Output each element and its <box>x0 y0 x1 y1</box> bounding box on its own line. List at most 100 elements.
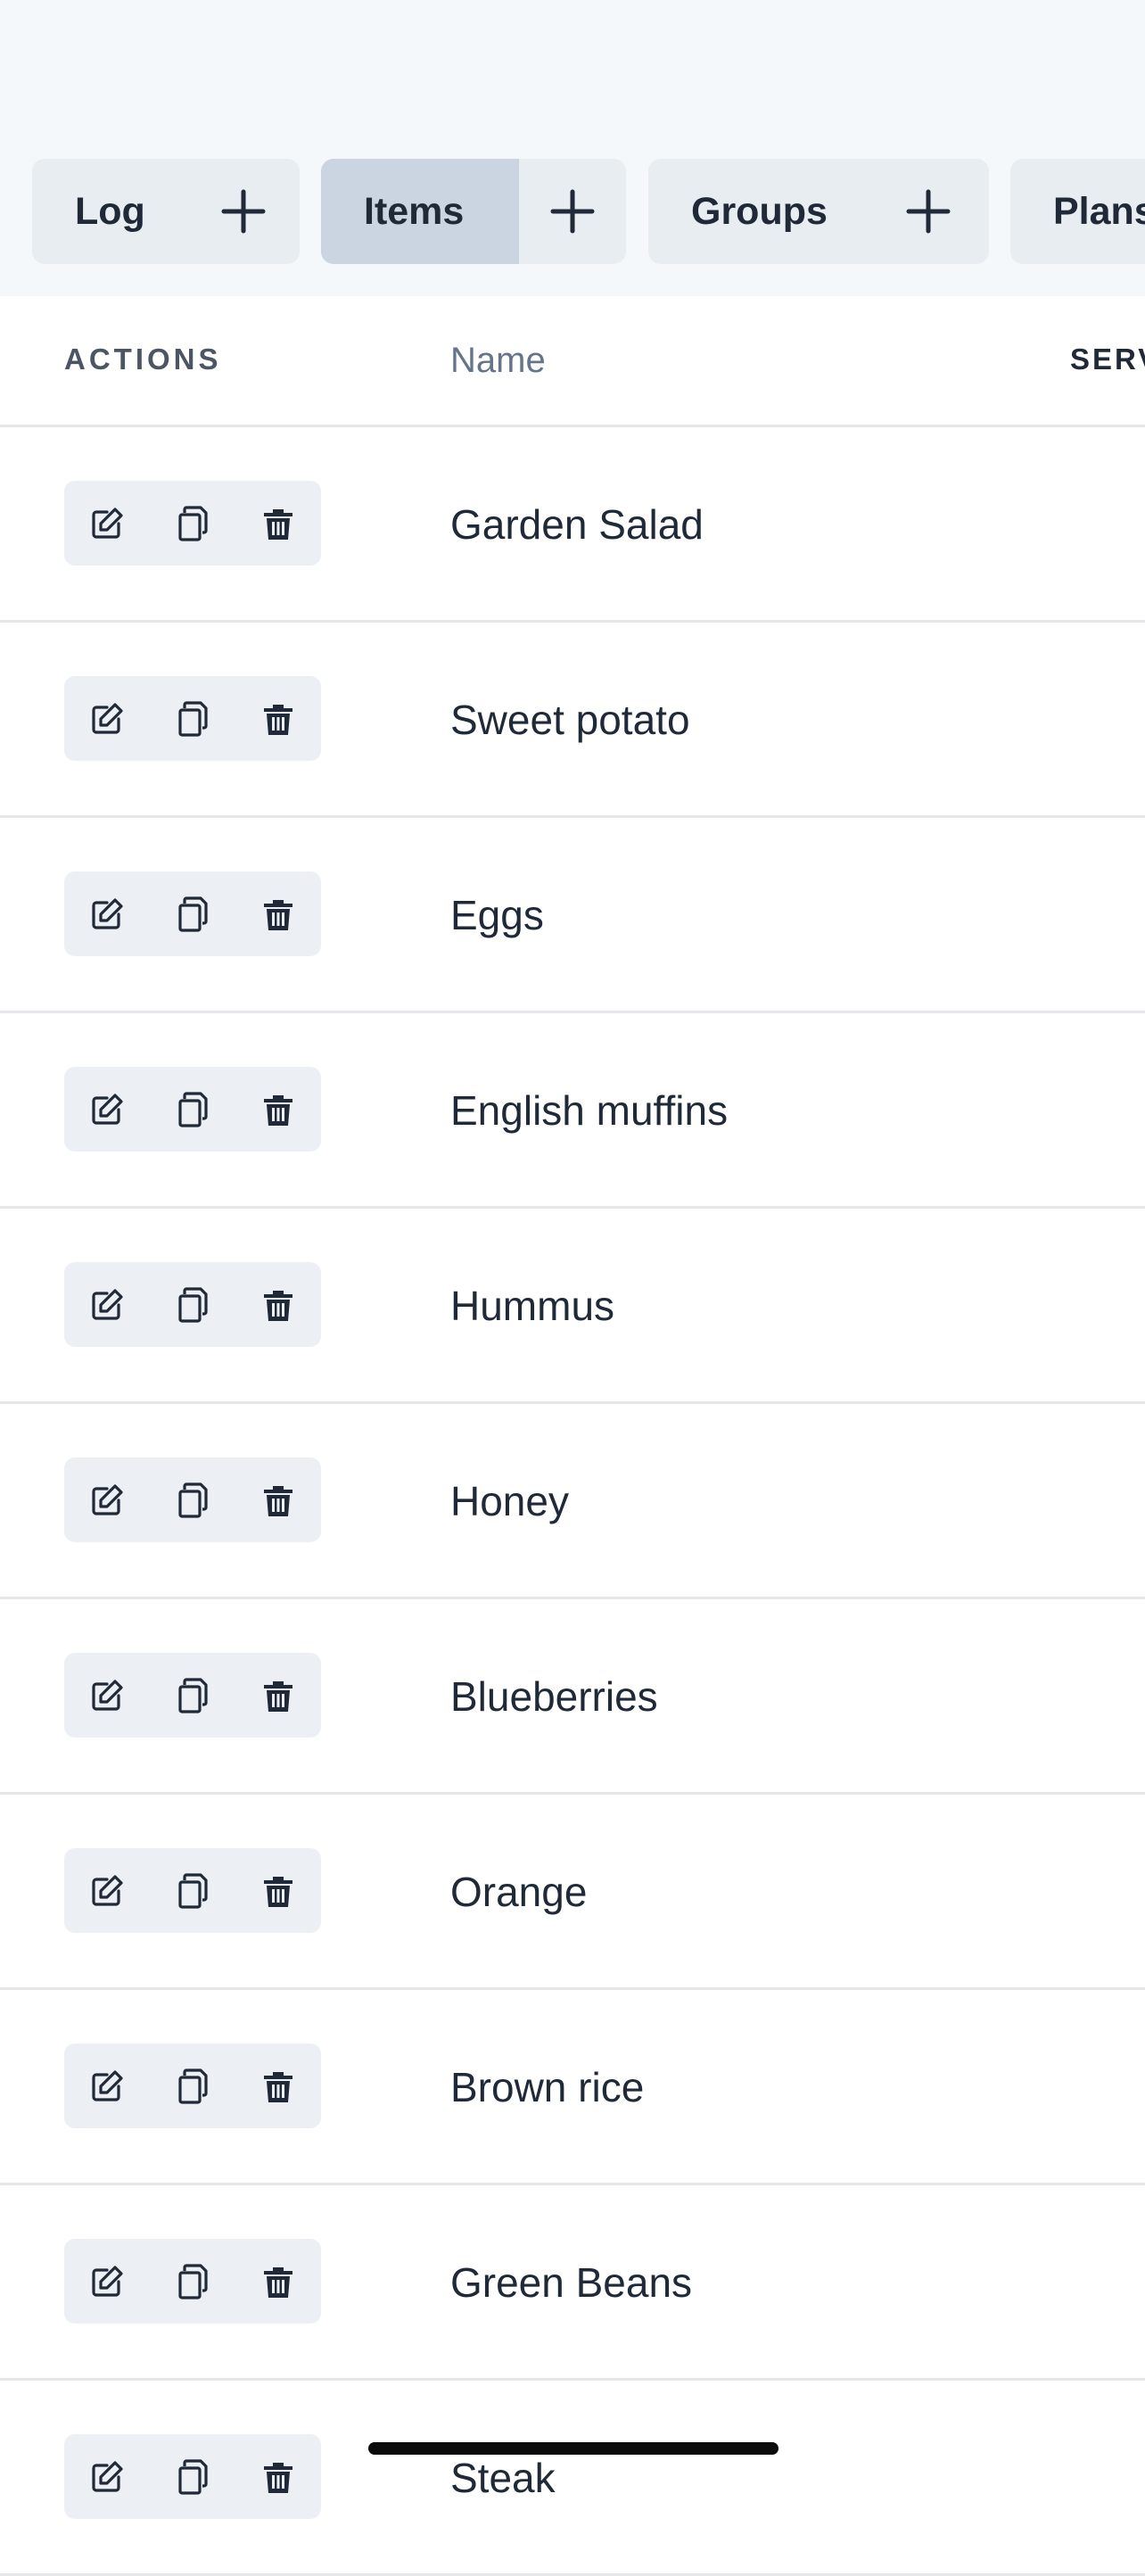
copy-icon <box>173 699 212 739</box>
delete-button[interactable] <box>235 1653 321 1738</box>
delete-button[interactable] <box>235 1262 321 1347</box>
table-row[interactable]: Green Beans <box>0 2185 1145 2381</box>
duplicate-button[interactable] <box>150 1653 235 1738</box>
tab-bar: Log Items Groups Plans <box>0 159 1145 264</box>
trash-icon <box>259 895 298 934</box>
edit-button[interactable] <box>64 481 150 566</box>
row-actions <box>64 2043 321 2128</box>
duplicate-button[interactable] <box>150 1067 235 1152</box>
duplicate-button[interactable] <box>150 676 235 761</box>
row-actions <box>64 2434 321 2519</box>
tab-log-label[interactable]: Log <box>32 159 187 264</box>
delete-button[interactable] <box>235 1848 321 1933</box>
duplicate-button[interactable] <box>150 2239 235 2324</box>
copy-icon <box>173 504 212 543</box>
trash-icon <box>259 699 298 739</box>
table-row[interactable]: Eggs <box>0 818 1145 1013</box>
row-actions <box>64 1653 321 1738</box>
copy-icon <box>173 2457 212 2497</box>
edit-button[interactable] <box>64 1457 150 1542</box>
trash-icon <box>259 1285 298 1325</box>
row-actions <box>64 871 321 956</box>
delete-button[interactable] <box>235 2239 321 2324</box>
table-row[interactable]: Sweet potato <box>0 623 1145 818</box>
edit-icon <box>87 2067 127 2106</box>
delete-button[interactable] <box>235 676 321 761</box>
duplicate-button[interactable] <box>150 2043 235 2128</box>
item-name: English muffins <box>450 1087 729 1134</box>
item-name: Hummus <box>450 1283 615 1329</box>
item-name: Eggs <box>450 892 544 938</box>
row-actions <box>64 1457 321 1542</box>
edit-button[interactable] <box>64 1262 150 1347</box>
table-row[interactable]: Orange <box>0 1795 1145 1990</box>
edit-icon <box>87 2457 127 2497</box>
copy-icon <box>173 1871 212 1911</box>
delete-button[interactable] <box>235 2434 321 2519</box>
item-name: Orange <box>450 1869 588 1915</box>
duplicate-button[interactable] <box>150 1262 235 1347</box>
trash-icon <box>259 504 298 543</box>
edit-button[interactable] <box>64 1653 150 1738</box>
table-row[interactable]: Hummus <box>0 1209 1145 1404</box>
edit-button[interactable] <box>64 2434 150 2519</box>
duplicate-button[interactable] <box>150 871 235 956</box>
tab-groups[interactable]: Groups <box>648 159 989 264</box>
edit-button[interactable] <box>64 676 150 761</box>
duplicate-button[interactable] <box>150 1457 235 1542</box>
edit-icon <box>87 699 127 739</box>
edit-button[interactable] <box>64 1067 150 1152</box>
table-row[interactable]: Blueberries <box>0 1599 1145 1795</box>
table-header: ACTIONS Name SERV <box>0 296 1145 427</box>
item-name: Brown rice <box>450 2064 645 2110</box>
tab-plans[interactable]: Plans <box>1010 159 1145 264</box>
edit-icon <box>87 1871 127 1911</box>
table-row[interactable]: Honey <box>0 1404 1145 1599</box>
edit-icon <box>87 2262 127 2301</box>
table-row[interactable]: Garden Salad <box>0 427 1145 623</box>
tab-groups-label[interactable]: Groups <box>648 159 868 264</box>
edit-button[interactable] <box>64 1848 150 1933</box>
item-name: Garden Salad <box>450 501 704 548</box>
column-header-name[interactable]: Name <box>450 341 546 381</box>
tab-items-label[interactable]: Items <box>321 159 519 264</box>
trash-icon <box>259 2262 298 2301</box>
trash-icon <box>259 2457 298 2497</box>
edit-button[interactable] <box>64 2043 150 2128</box>
tab-items[interactable]: Items <box>321 159 626 264</box>
item-name: Steak <box>450 2455 556 2501</box>
item-name: Blueberries <box>450 1673 658 1720</box>
plus-icon <box>220 188 267 235</box>
edit-icon <box>87 1481 127 1520</box>
edit-icon <box>87 1090 127 1129</box>
copy-icon <box>173 2262 212 2301</box>
tab-log[interactable]: Log <box>32 159 300 264</box>
duplicate-button[interactable] <box>150 1848 235 1933</box>
edit-button[interactable] <box>64 2239 150 2324</box>
column-header-servings[interactable]: SERV <box>1070 343 1145 376</box>
duplicate-button[interactable] <box>150 481 235 566</box>
row-actions <box>64 1848 321 1933</box>
delete-button[interactable] <box>235 871 321 956</box>
delete-button[interactable] <box>235 481 321 566</box>
add-group-button[interactable] <box>868 159 989 264</box>
delete-button[interactable] <box>235 2043 321 2128</box>
table-row[interactable]: Steak <box>0 2381 1145 2576</box>
tab-plans-label[interactable]: Plans <box>1010 159 1145 264</box>
add-log-button[interactable] <box>187 159 300 264</box>
copy-icon <box>173 895 212 934</box>
add-item-button[interactable] <box>519 159 626 264</box>
edit-button[interactable] <box>64 871 150 956</box>
trash-icon <box>259 1871 298 1911</box>
duplicate-button[interactable] <box>150 2434 235 2519</box>
table-row[interactable]: English muffins <box>0 1013 1145 1209</box>
trash-icon <box>259 1481 298 1520</box>
edit-icon <box>87 895 127 934</box>
edit-icon <box>87 1676 127 1715</box>
table-row[interactable]: Brown rice <box>0 1990 1145 2185</box>
copy-icon <box>173 2067 212 2106</box>
delete-button[interactable] <box>235 1067 321 1152</box>
home-indicator <box>368 2442 778 2455</box>
top-header: Log Items Groups Plans <box>0 0 1145 296</box>
delete-button[interactable] <box>235 1457 321 1542</box>
